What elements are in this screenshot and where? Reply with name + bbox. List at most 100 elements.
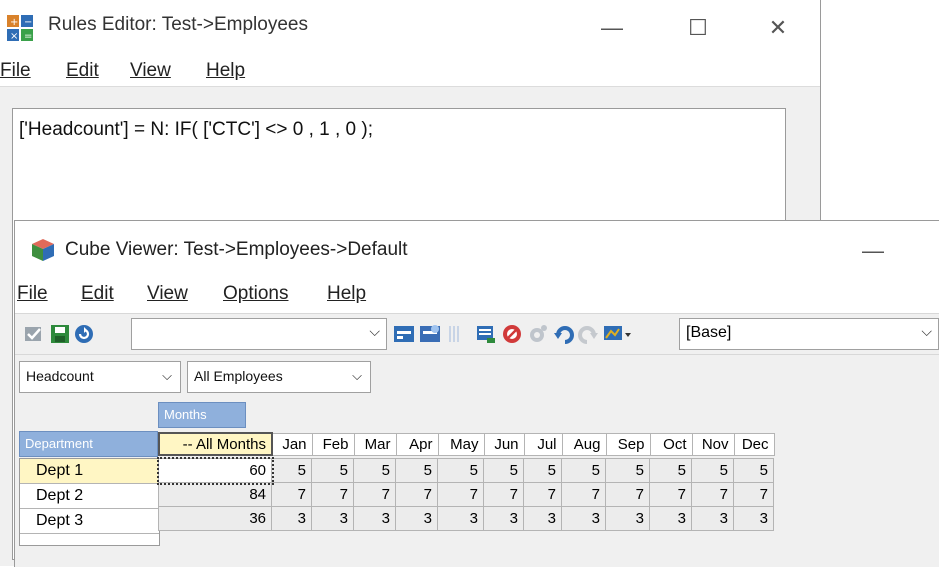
data-cell[interactable]: 7	[523, 482, 562, 507]
menu-help[interactable]: Help	[206, 60, 245, 82]
data-cell[interactable]: 7	[483, 482, 524, 507]
redo-icon[interactable]	[577, 323, 599, 345]
column-header[interactable]: May	[437, 432, 485, 456]
automatic-recalc-icon[interactable]	[419, 323, 441, 345]
undo-icon[interactable]	[553, 323, 575, 345]
recalc-check-icon[interactable]	[23, 323, 45, 345]
cube-menu-file[interactable]: File	[17, 283, 48, 305]
cube-menu-options[interactable]: Options	[223, 283, 288, 305]
column-header[interactable]: Jul	[523, 432, 563, 456]
column-header[interactable]: Feb	[311, 432, 355, 456]
row-dimension-tile[interactable]: Department	[19, 431, 158, 457]
column-header[interactable]: Apr	[395, 432, 439, 456]
settings-icon[interactable]	[527, 323, 549, 345]
sandbox-icon[interactable]	[475, 323, 497, 345]
table-row: 84 7 7 7 7 7 7 7 7 7 7 7 7	[158, 482, 774, 507]
recalculate-icon[interactable]	[393, 323, 415, 345]
cube-menu-edit[interactable]: Edit	[81, 283, 114, 305]
table-row: 60 5 5 5 5 5 5 5 5 5 5 5 5	[156, 456, 774, 485]
data-cell[interactable]: 3	[353, 506, 396, 531]
title-dim-employees-select[interactable]: All Employees ⌵	[187, 361, 371, 393]
column-header[interactable]: Jun	[483, 432, 525, 456]
menu-edit[interactable]: Edit	[66, 60, 99, 82]
data-cell[interactable]: 7	[271, 482, 312, 507]
data-cell[interactable]: 7	[733, 482, 774, 507]
data-cell[interactable]: 7	[395, 482, 438, 507]
menu-file[interactable]: File	[0, 60, 31, 82]
cube-viewer-menubar: File Edit View Options Help	[15, 277, 939, 313]
minimize-button[interactable]: —	[592, 8, 632, 48]
data-cell[interactable]: 5	[395, 458, 438, 483]
chevron-down-icon: ⌵	[369, 323, 380, 339]
column-header[interactable]: Mar	[353, 432, 397, 456]
data-cell[interactable]: 5	[649, 458, 692, 483]
data-cell[interactable]: 5	[483, 458, 524, 483]
svg-text:+: +	[10, 17, 18, 28]
data-cell[interactable]: 5	[605, 458, 650, 483]
column-header-row: -- All Months Jan Feb Mar Apr May Jun Ju…	[158, 432, 775, 456]
data-cell[interactable]: 5	[733, 458, 774, 483]
data-cell[interactable]: 36	[158, 506, 272, 531]
row-header-dept-2[interactable]: Dept 2	[20, 484, 159, 509]
data-cell[interactable]: 5	[353, 458, 396, 483]
column-header[interactable]: Nov	[691, 432, 735, 456]
data-cell[interactable]: 3	[311, 506, 354, 531]
data-cell[interactable]: 7	[649, 482, 692, 507]
refresh-icon[interactable]	[73, 323, 95, 345]
rule-code-line: ['Headcount'] = N: IF( ['CTC'] <> 0 , 1 …	[19, 119, 374, 140]
menu-view[interactable]: View	[130, 60, 171, 82]
rules-editor-titlebar: + − × = Rules Editor: Test->Employees — …	[0, 0, 820, 56]
column-header[interactable]: Sep	[605, 432, 651, 456]
data-cell[interactable]: 7	[605, 482, 650, 507]
data-cell[interactable]: 3	[605, 506, 650, 531]
rules-editor-title: Rules Editor: Test->Employees	[48, 14, 308, 35]
data-cell[interactable]: 5	[523, 458, 562, 483]
data-cell[interactable]: 60	[156, 456, 274, 485]
subset-select[interactable]: [Base] ⌵	[679, 318, 939, 350]
view-select[interactable]: ⌵	[131, 318, 387, 350]
data-cell[interactable]: 5	[271, 458, 312, 483]
column-header-all-months[interactable]: -- All Months	[158, 432, 273, 456]
column-header[interactable]: Oct	[649, 432, 693, 456]
export-icon[interactable]	[603, 323, 633, 345]
data-cell[interactable]: 5	[561, 458, 606, 483]
data-cell[interactable]: 3	[395, 506, 438, 531]
column-dimension-tile[interactable]: Months	[158, 402, 246, 428]
cube-menu-help[interactable]: Help	[327, 283, 366, 305]
column-header[interactable]: Jan	[271, 432, 313, 456]
data-cell[interactable]: 3	[691, 506, 734, 531]
row-header-panel: Dept 1 Dept 2 Dept 3	[19, 458, 160, 546]
cube-minimize-button[interactable]: —	[853, 231, 893, 271]
column-header[interactable]: Dec	[733, 432, 775, 456]
cube-menu-view[interactable]: View	[147, 283, 188, 305]
data-cell[interactable]: 7	[561, 482, 606, 507]
cube-icon	[32, 239, 54, 261]
data-cell[interactable]: 3	[649, 506, 692, 531]
row-header-dept-3[interactable]: Dept 3	[20, 509, 159, 534]
save-icon[interactable]	[49, 323, 71, 345]
separator-icon	[449, 326, 459, 342]
data-cell[interactable]: 3	[483, 506, 524, 531]
data-cell[interactable]: 7	[311, 482, 354, 507]
data-cell[interactable]: 3	[561, 506, 606, 531]
chevron-down-icon: ⌵	[162, 368, 172, 383]
no-zero-suppress-icon[interactable]	[501, 323, 523, 345]
title-dim-headcount-select[interactable]: Headcount ⌵	[19, 361, 181, 393]
svg-text:=: =	[24, 31, 32, 42]
data-cell[interactable]: 7	[353, 482, 396, 507]
data-cell[interactable]: 7	[437, 482, 484, 507]
data-cell[interactable]: 5	[311, 458, 354, 483]
data-cell[interactable]: 3	[733, 506, 774, 531]
maximize-button[interactable]: ☐	[678, 8, 718, 48]
column-header[interactable]: Aug	[561, 432, 607, 456]
data-cell[interactable]: 7	[691, 482, 734, 507]
data-cell[interactable]: 3	[271, 506, 312, 531]
data-cell[interactable]: 5	[691, 458, 734, 483]
data-cell[interactable]: 84	[158, 482, 272, 507]
data-cell[interactable]: 3	[437, 506, 484, 531]
data-cell[interactable]: 5	[437, 458, 484, 483]
data-grid: 60 5 5 5 5 5 5 5 5 5 5 5 5 84 7 7 7 7 7 7 7 7 7 7 7 7 36 3 3 3 3 3 3 3 3 3 3…	[156, 456, 774, 531]
data-cell[interactable]: 3	[523, 506, 562, 531]
close-button[interactable]: ✕	[758, 8, 798, 48]
row-header-dept-1[interactable]: Dept 1	[20, 459, 159, 484]
